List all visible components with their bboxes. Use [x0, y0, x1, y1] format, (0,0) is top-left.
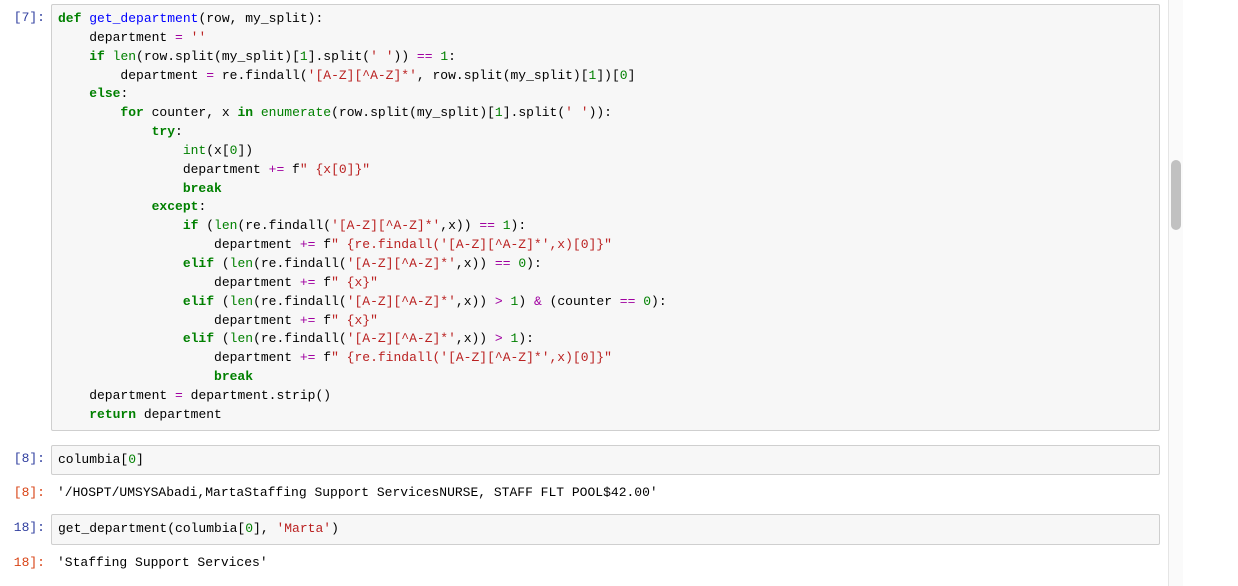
vertical-scrollbar[interactable] [1168, 0, 1183, 586]
output-cell: 18]: 'Staffing Support Services' [0, 549, 1238, 578]
code-output-area: 'Staffing Support Services' [51, 549, 1160, 578]
notebook: [7]: def get_department(row, my_split): … [0, 0, 1238, 578]
output-prompt: [8]: [0, 479, 51, 508]
code-cell: 18]: get_department(columbia[0], 'Marta'… [0, 514, 1238, 545]
code-input-area[interactable]: columbia[0] [51, 445, 1160, 476]
code-input-area[interactable]: def get_department(row, my_split): depar… [51, 4, 1160, 431]
scrollbar-thumb[interactable] [1171, 160, 1181, 230]
code-output-area: '/HOSPT/UMSYSAbadi,MartaStaffing Support… [51, 479, 1160, 508]
input-prompt: [7]: [0, 4, 51, 431]
output-prompt: 18]: [0, 549, 51, 578]
code-cell: [7]: def get_department(row, my_split): … [0, 4, 1238, 431]
output-cell: [8]: '/HOSPT/UMSYSAbadi,MartaStaffing Su… [0, 479, 1238, 508]
code-cell: [8]: columbia[0] [0, 445, 1238, 476]
input-prompt: [8]: [0, 445, 51, 476]
code-input-area[interactable]: get_department(columbia[0], 'Marta') [51, 514, 1160, 545]
input-prompt: 18]: [0, 514, 51, 545]
